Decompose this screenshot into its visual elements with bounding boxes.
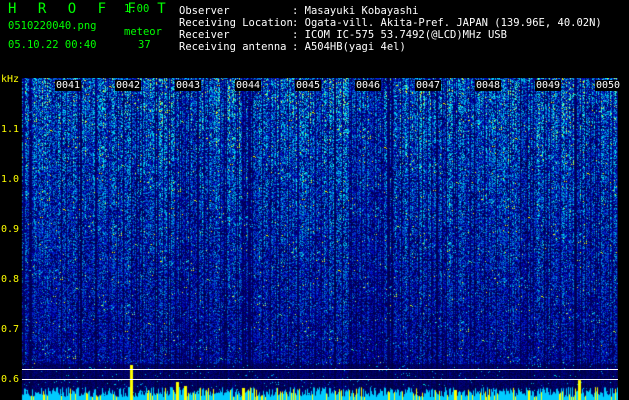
time-label: 0044 xyxy=(235,80,262,91)
antenna-value: : A504HB(yagi 4el) xyxy=(292,41,406,53)
y-tick-label: 1.1 xyxy=(1,124,20,135)
spectrogram-panel xyxy=(0,78,629,400)
observer-label: Observer xyxy=(179,5,230,17)
time-label: 0046 xyxy=(355,80,382,91)
time-label: 0043 xyxy=(175,80,202,91)
time-label: 0041 xyxy=(55,80,82,91)
meteor-count: 37 xyxy=(138,39,151,51)
image-filename: 0510220040.png xyxy=(8,20,97,32)
y-tick-label: 0.6 xyxy=(1,374,20,385)
time-label: 0049 xyxy=(535,80,562,91)
time-label: 0050 xyxy=(595,80,622,91)
time-label: 0047 xyxy=(415,80,442,91)
meteor-label: meteor xyxy=(124,26,162,38)
axis-unit-label: kHz xyxy=(1,74,20,85)
receiver-value: : ICOM IC-575 53.7492(@LCD)MHz USB xyxy=(292,29,507,41)
app-version: 1.00 xyxy=(124,3,150,15)
band-marker-line xyxy=(22,379,618,380)
observer-value: : Masayuki Kobayashi xyxy=(292,5,419,17)
y-tick-label: 0.7 xyxy=(1,324,20,335)
receiver-label: Receiver xyxy=(179,29,230,41)
y-tick-label: 1.0 xyxy=(1,174,20,185)
location-value: : Ogata-vill. Akita-Pref. JAPAN (139.96E… xyxy=(292,17,602,29)
image-datetime: 05.10.22 00:40 xyxy=(8,39,97,51)
time-label: 0042 xyxy=(115,80,142,91)
y-tick-label: 0.9 xyxy=(1,224,20,235)
header-panel: H R O F F T 1.00 0510220040.png 05.10.22… xyxy=(0,0,629,78)
right-border xyxy=(618,78,629,400)
time-label: 0048 xyxy=(475,80,502,91)
time-label: 0045 xyxy=(295,80,322,91)
spectrogram-canvas xyxy=(0,78,629,400)
location-label: Receiving Location xyxy=(179,17,293,29)
y-tick-label: 0.8 xyxy=(1,274,20,285)
antenna-label: Receiving antenna xyxy=(179,41,287,53)
band-marker-line xyxy=(22,369,618,370)
